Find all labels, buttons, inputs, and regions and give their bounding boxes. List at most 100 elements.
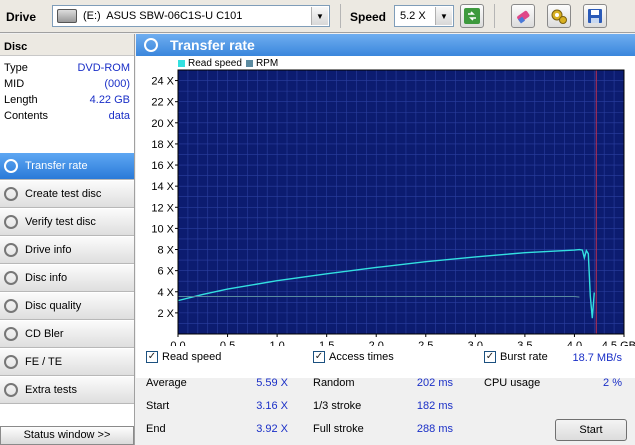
test-nav: Transfer rate Create test disc Verify te… [0, 152, 134, 404]
checkbox-box[interactable]: ✓ [146, 351, 158, 363]
speed-select[interactable]: 5.2 X ▼ [394, 5, 454, 27]
disc-icon [4, 355, 18, 369]
nav-item-label: Drive info [25, 244, 72, 256]
disc-icon [4, 215, 18, 229]
nav-item-cd-bler[interactable]: CD Bler [0, 320, 134, 348]
disc-info-value: DVD-ROM [77, 62, 130, 74]
nav-item-verify-test-disc[interactable]: Verify test disc [0, 208, 134, 236]
left-panel: Disc Type DVD-ROM MID (000) Length 4.22 GB … [0, 34, 135, 445]
disc-info-table: Type DVD-ROM MID (000) Length 4.22 GB Conte… [0, 56, 134, 152]
optical-drive-icon [57, 9, 77, 23]
disc-info-label: Type [4, 62, 28, 74]
nav-item-transfer-rate[interactable]: Transfer rate [0, 152, 134, 180]
nav-item-label: Disc quality [25, 300, 82, 312]
nav-item-extra-tests[interactable]: Extra tests [0, 376, 134, 404]
y-tick-label: 18 X [151, 139, 174, 151]
stat-value-burst-rate: 18.7 MB/s [572, 352, 622, 364]
disc-icon [4, 187, 18, 201]
settings-icon [551, 9, 567, 24]
nav-item-disc-quality[interactable]: Disc quality [0, 292, 134, 320]
stat-label-end: End [146, 423, 166, 435]
access-times-checkbox[interactable]: ✓ Access times [313, 351, 394, 363]
disc-icon [4, 159, 18, 173]
nav-item-drive-info[interactable]: Drive info [0, 236, 134, 264]
y-tick-label: 12 X [151, 202, 174, 214]
legend-swatch-read-speed [178, 60, 185, 67]
save-button[interactable] [583, 4, 607, 28]
nav-item-fe-te[interactable]: FE / TE [0, 348, 134, 376]
toolbar: Drive (E:) ASUS SBW-06C1S-U C101 ▼ Speed… [0, 0, 635, 33]
disc-info-row: Contents data [0, 108, 134, 124]
read-speed-checkbox[interactable]: ✓ Read speed [146, 351, 221, 363]
main-header: Transfer rate [136, 34, 635, 56]
plot-area [178, 70, 624, 334]
legend-label-rpm: RPM [255, 58, 279, 69]
drive-select-value: (E:) ASUS SBW-06C1S-U C101 [83, 10, 243, 22]
erase-button[interactable] [511, 4, 535, 28]
stat-label-average: Average [146, 377, 187, 389]
transfer-rate-chart: 2 X 4 X 6 X 8 X 10 X 12 X 14 X 16 X 18 X 20 X 22 X… [136, 56, 635, 378]
nav-item-label: Disc info [25, 272, 68, 284]
toolbar-divider [340, 4, 341, 28]
checkbox-label: Read speed [162, 351, 222, 363]
stat-label-start: Start [146, 400, 170, 412]
stat-value-end: 3.92 X [256, 423, 288, 435]
disc-info-label: Contents [4, 110, 49, 122]
page-title: Transfer rate [170, 37, 255, 53]
checkbox-label: Burst rate [500, 351, 548, 363]
disc-section-header: Disc [0, 34, 134, 56]
speed-label: Speed [350, 10, 387, 24]
chevron-down-icon[interactable]: ▼ [435, 7, 452, 25]
toolbar-divider [494, 4, 495, 28]
status-window-button[interactable]: Status window >> [0, 426, 134, 445]
y-tick-label: 8 X [157, 245, 174, 257]
disc-icon [4, 243, 18, 257]
chevron-down-icon[interactable]: ▼ [311, 7, 328, 25]
y-tick-label: 24 X [151, 76, 174, 88]
nav-item-disc-info[interactable]: Disc info [0, 264, 134, 292]
stat-label-third-stroke: 1/3 stroke [313, 400, 362, 412]
nav-item-label: Create test disc [25, 188, 102, 200]
stat-value-start: 3.16 X [256, 400, 288, 412]
stat-label-cpu-usage: CPU usage [484, 377, 541, 389]
drive-select[interactable]: (E:) ASUS SBW-06C1S-U C101 ▼ [52, 5, 330, 27]
y-tick-label: 4 X [157, 287, 174, 299]
burst-rate-checkbox[interactable]: ✓ Burst rate [484, 351, 548, 363]
stat-label-full-stroke: Full stroke [313, 423, 364, 435]
stat-value-full-stroke: 288 ms [416, 423, 453, 435]
refresh-button[interactable] [460, 4, 484, 28]
nav-item-label: Transfer rate [25, 160, 88, 172]
y-tick-label: 6 X [157, 266, 174, 278]
disc-info-row: Type DVD-ROM [0, 60, 134, 76]
y-tick-label: 10 X [151, 223, 174, 235]
legend-label-read-speed: Read speed [188, 58, 242, 69]
checkbox-box[interactable]: ✓ [484, 351, 496, 363]
nav-item-label: CD Bler [25, 328, 64, 340]
series-line-rpm [178, 295, 580, 298]
nav-item-label: Extra tests [25, 384, 77, 396]
stat-value-cpu-usage: 2 % [603, 377, 622, 389]
y-tick-label: 16 X [151, 160, 174, 172]
legend-swatch-rpm [245, 60, 253, 67]
disc-icon [4, 299, 18, 313]
stat-label-random: Random [313, 377, 355, 389]
nav-item-label: Verify test disc [25, 216, 96, 228]
main-panel: Transfer rate 2 X 4 X 6 X 8 X 10 X 12 X 14 X 16… [136, 34, 635, 445]
drive-label: Drive [6, 10, 37, 24]
speed-select-value: 5.2 X [400, 10, 426, 22]
disc-info-value: (000) [104, 78, 130, 90]
save-icon [588, 9, 602, 23]
disc-info-label: Length [4, 94, 38, 106]
settings-button[interactable] [547, 4, 571, 28]
nav-item-label: FE / TE [25, 356, 63, 368]
start-button[interactable]: Start [555, 419, 627, 441]
checkbox-box[interactable]: ✓ [313, 351, 325, 363]
y-tick-label: 2 X [157, 308, 174, 320]
y-tick-label: 22 X [151, 97, 174, 109]
disc-info-value: data [108, 110, 130, 122]
disc-icon [4, 383, 18, 397]
stat-value-random: 202 ms [416, 377, 453, 389]
nav-item-create-test-disc[interactable]: Create test disc [0, 180, 134, 208]
disc-info-row: Length 4.22 GB [0, 92, 134, 108]
chart-legend: Read speed RPM [178, 58, 278, 69]
